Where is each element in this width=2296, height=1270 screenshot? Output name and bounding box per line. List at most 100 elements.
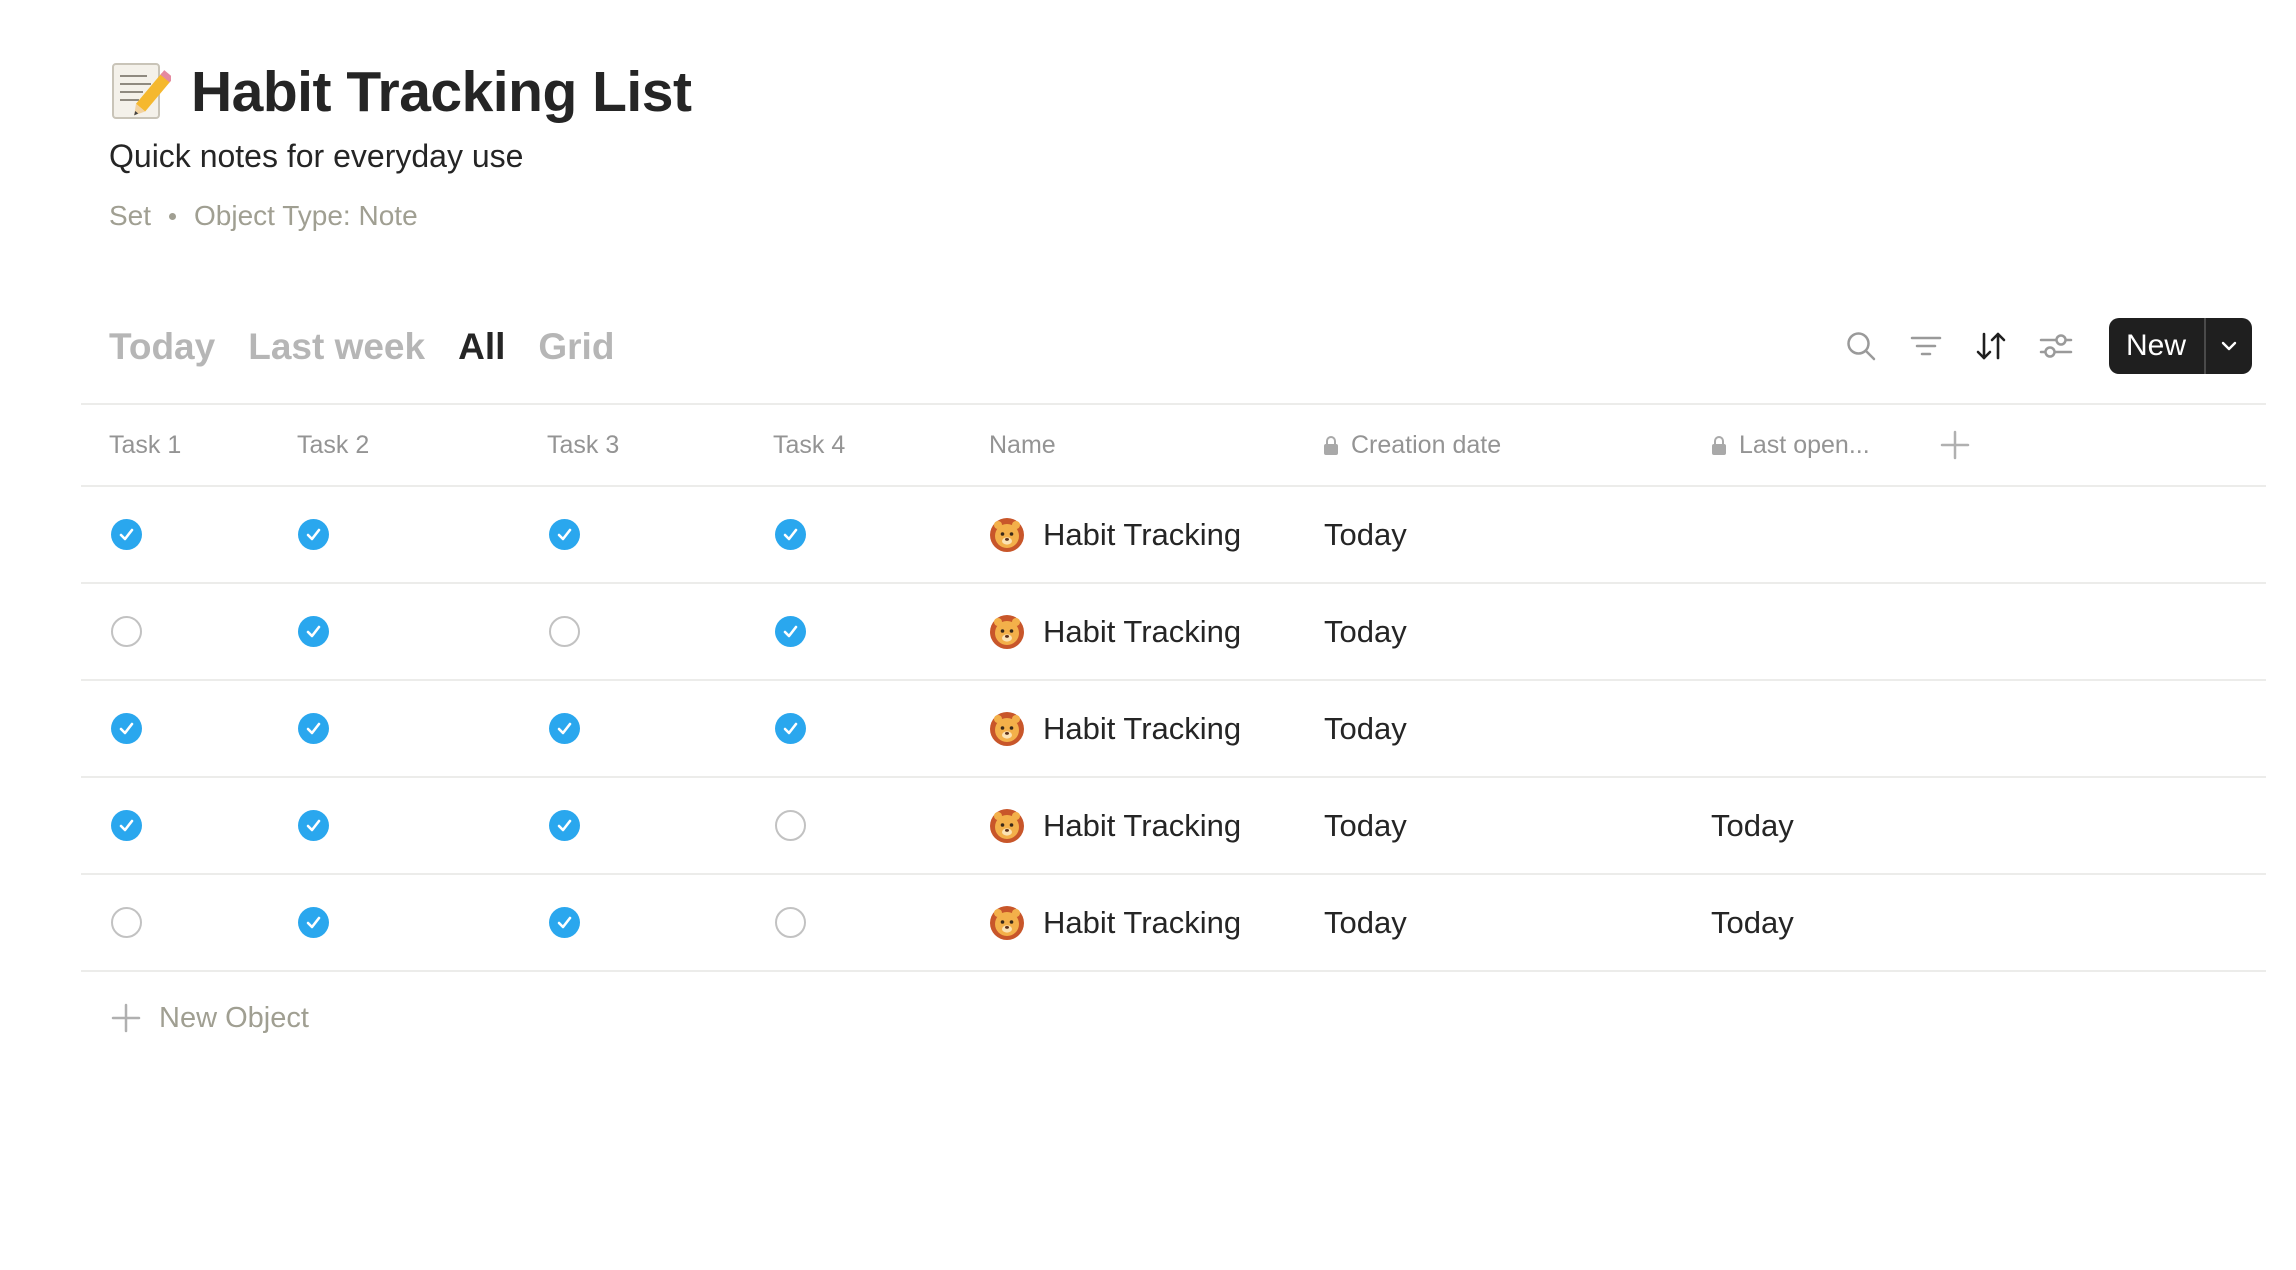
checkbox-checked[interactable] bbox=[298, 713, 329, 744]
task-1-cell bbox=[111, 487, 142, 582]
task-4-cell bbox=[775, 584, 806, 679]
tab-all[interactable]: All bbox=[458, 326, 505, 368]
filter-icon[interactable] bbox=[1908, 328, 1944, 364]
lion-face-icon bbox=[990, 711, 1024, 746]
table-row[interactable]: Habit Tracking Today Today bbox=[81, 778, 2266, 875]
tab-last-week[interactable]: Last week bbox=[248, 326, 425, 368]
page: Habit Tracking List Quick notes for ever… bbox=[0, 0, 2296, 1270]
checkbox-checked[interactable] bbox=[549, 907, 580, 938]
checkbox-checked[interactable] bbox=[549, 713, 580, 744]
last-opened-cell: Today bbox=[1711, 904, 1794, 940]
memo-pencil-icon[interactable] bbox=[109, 60, 171, 124]
new-button[interactable]: New bbox=[2108, 318, 2252, 374]
chevron-down-icon[interactable] bbox=[2206, 318, 2252, 374]
checkbox-checked[interactable] bbox=[111, 519, 142, 550]
checkbox-unchecked[interactable] bbox=[111, 907, 142, 938]
checkbox-unchecked[interactable] bbox=[549, 616, 580, 647]
page-description[interactable]: Quick notes for everyday use bbox=[109, 138, 523, 175]
task-1-cell bbox=[111, 778, 142, 873]
meta-object-type[interactable]: Object Type: Note bbox=[194, 200, 418, 232]
object-name-cell[interactable]: Habit Tracking bbox=[989, 778, 1241, 873]
column-header-creation-date[interactable]: Creation date bbox=[1323, 405, 1501, 485]
meta-separator bbox=[169, 212, 177, 220]
add-column-plus-icon[interactable] bbox=[1939, 405, 1971, 485]
task-1-cell bbox=[111, 584, 142, 679]
creation-date-cell: Today bbox=[1324, 613, 1407, 649]
creation-date-cell: Today bbox=[1324, 516, 1407, 552]
tab-today[interactable]: Today bbox=[109, 326, 215, 368]
task-4-cell bbox=[775, 681, 806, 776]
checkbox-checked[interactable] bbox=[298, 810, 329, 841]
lion-face-icon bbox=[990, 614, 1024, 649]
column-header-name[interactable]: Name bbox=[989, 405, 1056, 485]
settings-sliders-icon[interactable] bbox=[2038, 328, 2074, 364]
column-header-last-opened[interactable]: Last open... bbox=[1711, 405, 1870, 485]
checkbox-unchecked[interactable] bbox=[775, 907, 806, 938]
task-1-cell bbox=[111, 681, 142, 776]
column-header-task-1[interactable]: Task 1 bbox=[109, 405, 181, 485]
table-row[interactable]: Habit Tracking Today bbox=[81, 584, 2266, 681]
object-name: Habit Tracking bbox=[1043, 516, 1242, 552]
task-3-cell bbox=[549, 584, 580, 679]
checkbox-checked[interactable] bbox=[298, 519, 329, 550]
lion-face-icon bbox=[990, 905, 1024, 940]
table-row[interactable]: Habit Tracking Today bbox=[81, 487, 2266, 584]
new-object-label: New Object bbox=[159, 1001, 309, 1034]
object-name-cell[interactable]: Habit Tracking bbox=[989, 681, 1241, 776]
table-header: Task 1 Task 2 Task 3 Task 4 Name Creatio… bbox=[81, 403, 2266, 487]
column-header-task-3[interactable]: Task 3 bbox=[547, 405, 619, 485]
task-4-cell bbox=[775, 487, 806, 582]
lock-icon bbox=[1712, 436, 1726, 455]
task-2-cell bbox=[298, 681, 329, 776]
table-row[interactable]: Habit Tracking Today bbox=[81, 681, 2266, 778]
checkbox-checked[interactable] bbox=[775, 616, 806, 647]
view-tabs: Today Last week All Grid bbox=[109, 322, 647, 372]
page-title[interactable]: Habit Tracking List bbox=[191, 59, 692, 125]
page-header: Habit Tracking List bbox=[109, 52, 692, 132]
task-4-cell bbox=[775, 778, 806, 873]
meta-set-label: Set bbox=[109, 200, 152, 231]
data-table: Task 1 Task 2 Task 3 Task 4 Name Creatio… bbox=[81, 403, 2266, 1064]
page-meta: Set Object Type: Note bbox=[109, 200, 418, 232]
checkbox-unchecked[interactable] bbox=[775, 810, 806, 841]
checkbox-checked[interactable] bbox=[549, 810, 580, 841]
plus-icon bbox=[111, 1003, 141, 1033]
task-3-cell bbox=[549, 681, 580, 776]
creation-date-cell: Today bbox=[1324, 904, 1407, 940]
object-name-cell[interactable]: Habit Tracking bbox=[989, 875, 1241, 970]
table-row[interactable]: Habit Tracking Today Today bbox=[81, 875, 2266, 972]
tab-grid[interactable]: Grid bbox=[538, 326, 614, 368]
task-2-cell bbox=[298, 487, 329, 582]
lion-face-icon bbox=[990, 517, 1024, 552]
toolbar: New bbox=[1814, 318, 2252, 374]
object-name: Habit Tracking bbox=[1043, 710, 1242, 746]
checkbox-checked[interactable] bbox=[111, 810, 142, 841]
checkbox-checked[interactable] bbox=[298, 616, 329, 647]
task-1-cell bbox=[111, 875, 142, 970]
task-2-cell bbox=[298, 584, 329, 679]
column-header-task-2[interactable]: Task 2 bbox=[297, 405, 369, 485]
checkbox-checked[interactable] bbox=[298, 907, 329, 938]
column-header-task-4[interactable]: Task 4 bbox=[773, 405, 845, 485]
sort-icon[interactable] bbox=[1973, 328, 2009, 364]
object-name-cell[interactable]: Habit Tracking bbox=[989, 584, 1241, 679]
task-3-cell bbox=[549, 487, 580, 582]
checkbox-checked[interactable] bbox=[775, 713, 806, 744]
object-name: Habit Tracking bbox=[1043, 904, 1242, 940]
checkbox-checked[interactable] bbox=[111, 713, 142, 744]
checkbox-checked[interactable] bbox=[775, 519, 806, 550]
new-button-label[interactable]: New bbox=[2109, 318, 2204, 374]
new-object-button[interactable]: New Object bbox=[81, 972, 2266, 1064]
search-icon[interactable] bbox=[1843, 328, 1879, 364]
table-body: Habit Tracking Today Habit Tracking Today Ha… bbox=[81, 487, 2266, 972]
task-3-cell bbox=[549, 875, 580, 970]
task-2-cell bbox=[298, 875, 329, 970]
lion-face-icon bbox=[990, 808, 1024, 843]
checkbox-checked[interactable] bbox=[549, 519, 580, 550]
creation-date-cell: Today bbox=[1324, 710, 1407, 746]
object-name-cell[interactable]: Habit Tracking bbox=[989, 487, 1241, 582]
task-2-cell bbox=[298, 778, 329, 873]
checkbox-unchecked[interactable] bbox=[111, 616, 142, 647]
lock-icon bbox=[1324, 436, 1338, 455]
object-name: Habit Tracking bbox=[1043, 807, 1242, 843]
